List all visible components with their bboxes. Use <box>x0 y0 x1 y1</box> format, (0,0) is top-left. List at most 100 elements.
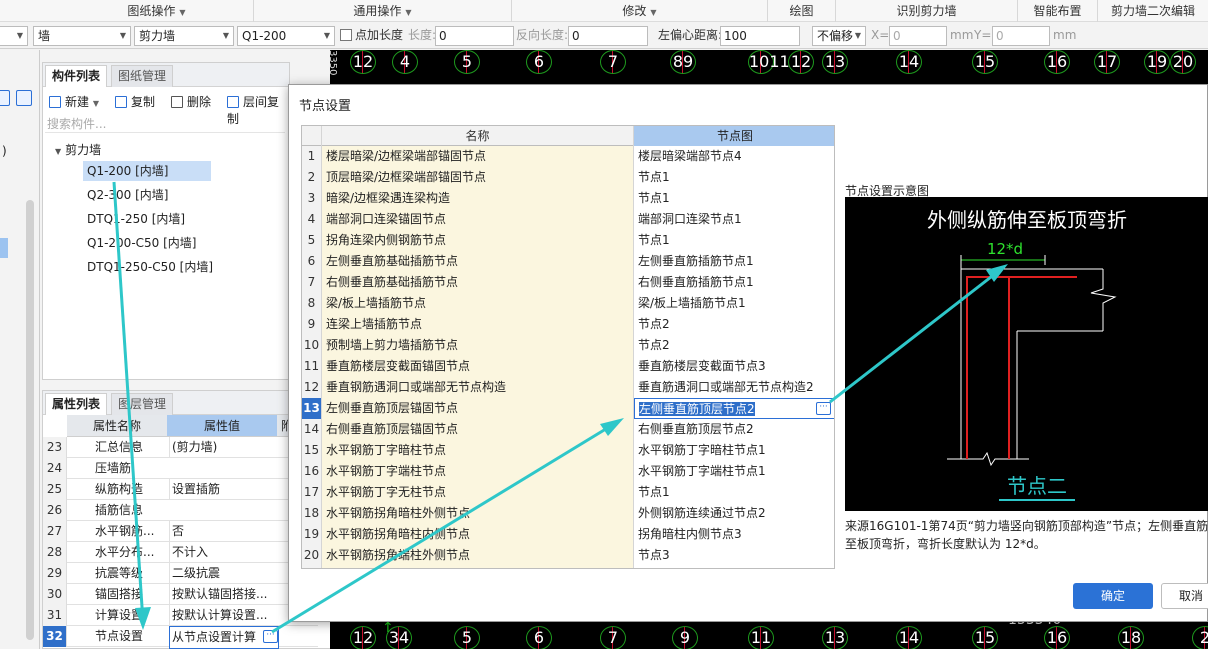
node-value[interactable]: 端部洞口连梁节点1 <box>638 212 742 226</box>
table-row[interactable]: 1 楼层暗梁/边框梁端部锚固节点 楼层暗梁端部节点4 <box>302 146 834 167</box>
table-row[interactable]: 17 水平钢筋丁字无柱节点 节点1 <box>302 482 834 503</box>
property-row[interactable]: 26 插筋信息 <box>43 500 318 521</box>
property-row[interactable]: 28 水平分布... 不计入 <box>43 542 318 563</box>
axis-bubble[interactable]: 16 <box>1044 626 1070 649</box>
node-value-cell[interactable]: 节点1 <box>634 167 834 188</box>
property-value[interactable]: 按默认计算设置... <box>169 605 279 626</box>
ribbon-group-common-ops[interactable]: 通用操作 ▼ <box>254 0 512 22</box>
ribbon-group-drawing-ops[interactable]: 图纸操作 ▼ <box>60 0 254 22</box>
tab-layer-manage[interactable]: 图层管理 <box>111 393 174 415</box>
tree-node-shear-wall[interactable]: ▼ 剪力墙 <box>55 141 101 158</box>
axis-bubble[interactable]: 16 <box>1044 50 1070 74</box>
ribbon-group-wall-edit[interactable]: 剪力墙二次编辑 <box>1098 0 1208 22</box>
axis-bubble[interactable]: 6 <box>526 50 552 74</box>
node-value-cell[interactable]: 右侧垂直筋顶层节点2 <box>634 419 834 440</box>
nav-selected-item[interactable] <box>0 238 8 258</box>
node-value[interactable]: 水平钢筋丁字暗柱节点1 <box>638 443 766 457</box>
property-value[interactable]: 否 <box>169 521 279 542</box>
property-row[interactable]: 27 水平钢筋... 否 <box>43 521 318 542</box>
table-row[interactable]: 6 左侧垂直筋基础插筋节点 左侧垂直筋插筋节点1 <box>302 251 834 272</box>
property-row[interactable]: 31 计算设置 按默认计算设置... <box>43 605 318 626</box>
table-row[interactable]: 10 预制墙上剪力墙插筋节点 节点2 <box>302 335 834 356</box>
node-value[interactable]: 节点1 <box>638 233 670 247</box>
node-value[interactable]: 节点2 <box>638 317 670 331</box>
node-value[interactable]: 节点2 <box>638 338 670 352</box>
node-value-cell[interactable]: 端部洞口连梁节点1 <box>634 209 834 230</box>
property-value[interactable]: 二级抗震 <box>169 563 279 584</box>
node-value[interactable]: 节点3 <box>638 548 670 562</box>
node-value-cell[interactable]: 节点2 <box>634 335 834 356</box>
table-row[interactable]: 2 顶层暗梁/边框梁端部锚固节点 节点1 <box>302 167 834 188</box>
axis-bubble[interactable]: 12 <box>788 50 814 74</box>
table-row[interactable]: 8 梁/板上墙插筋节点 梁/板上墙插筋节点1 <box>302 293 834 314</box>
list-view-icon[interactable] <box>0 90 10 106</box>
axis-bubble[interactable]: 13 <box>822 626 848 649</box>
table-row[interactable]: 14 右侧垂直筋顶层锚固节点 右侧垂直筋顶层节点2 <box>302 419 834 440</box>
table-row[interactable]: 5 拐角连梁内侧钢筋节点 节点1 <box>302 230 834 251</box>
table-row[interactable]: 15 水平钢筋丁字暗柱节点 水平钢筋丁字暗柱节点1 <box>302 440 834 461</box>
property-row[interactable]: 23 汇总信息 (剪力墙) <box>43 437 318 458</box>
property-row[interactable]: 30 锚固搭接 按默认锚固搭接... <box>43 584 318 605</box>
axis-bubble[interactable]: 13 <box>822 50 848 74</box>
add-length-checkbox[interactable]: 点加长度 <box>340 26 403 46</box>
ribbon-group-draw[interactable]: 绘图 <box>768 0 836 22</box>
node-value-cell[interactable]: 水平钢筋拐角端柱内侧节点1 <box>634 566 834 568</box>
tree-item-dtq1-250[interactable]: DTQ1-250 [内墙] <box>83 209 189 229</box>
node-value[interactable]: 垂直筋楼层变截面节点3 <box>638 359 766 373</box>
node-value[interactable]: 节点1 <box>638 170 670 184</box>
delete-component-button[interactable]: 删除 <box>171 93 211 110</box>
table-row[interactable]: 19 水平钢筋拐角暗柱内侧节点 拐角暗柱内侧节点3 <box>302 524 834 545</box>
table-row[interactable]: 18 水平钢筋拐角暗柱外侧节点 外侧钢筋连续通过节点2 <box>302 503 834 524</box>
node-value[interactable]: 楼层暗梁端部节点4 <box>638 149 742 163</box>
property-row[interactable]: 25 纵筋构造 设置插筋 <box>43 479 318 500</box>
tab-property-list[interactable]: 属性列表 <box>45 393 108 415</box>
table-row[interactable]: 3 暗梁/边框梁遇连梁构造 节点1 <box>302 188 834 209</box>
node-value-cell[interactable]: 垂直筋遇洞口或端部无节点构造2 <box>634 377 834 398</box>
axis-bubble[interactable]: 89 <box>670 50 696 74</box>
tab-drawing-manage[interactable]: 图纸管理 <box>111 65 174 87</box>
copy-component-button[interactable]: 复制 <box>115 93 155 110</box>
node-value[interactable]: 梁/板上墙插筋节点1 <box>638 296 746 310</box>
property-row[interactable]: 32 节点设置 从节点设置计算 ··· <box>43 626 318 649</box>
y-input[interactable]: 0 <box>992 26 1050 46</box>
node-value[interactable]: 节点1 <box>638 191 670 205</box>
axis-bubble[interactable]: 15 <box>972 626 998 649</box>
tree-item-q1-200[interactable]: Q1-200 [内墙] <box>83 161 211 181</box>
axis-bubble[interactable]: 12 <box>350 626 376 649</box>
axis-bubble[interactable]: 20 <box>1170 50 1196 74</box>
table-row[interactable]: 16 水平钢筋丁字端柱节点 水平钢筋丁字端柱节点1 <box>302 461 834 482</box>
axis-bubble[interactable]: 4 <box>392 50 418 74</box>
node-value[interactable]: 左侧垂直筋顶层节点2 <box>639 402 755 416</box>
x-input[interactable]: 0 <box>889 26 947 46</box>
axis-bubble[interactable]: 6 <box>526 626 552 649</box>
node-value-cell[interactable]: 拐角暗柱内侧节点3 <box>634 524 834 545</box>
property-value[interactable]: 按默认锚固搭接... <box>169 584 279 605</box>
node-value[interactable]: 拐角暗柱内侧节点3 <box>638 527 742 541</box>
node-value-cell[interactable]: 左侧垂直筋插筋节点1 <box>634 251 834 272</box>
axis-bubble[interactable]: 1011 <box>748 50 790 74</box>
axis-bubble[interactable]: 7 <box>600 50 626 74</box>
component-search-input[interactable]: 搜索构件... <box>45 115 285 133</box>
node-value-cell[interactable]: 外侧钢筋连续通过节点2 <box>634 503 834 524</box>
table-row[interactable]: 9 连梁上墙插筋节点 节点2 <box>302 314 834 335</box>
node-value[interactable]: 水平钢筋丁字端柱节点1 <box>638 464 766 478</box>
axis-bubble[interactable]: 17 <box>1094 50 1120 74</box>
property-row[interactable]: 24 压墙筋 <box>43 458 318 479</box>
axis-bubble[interactable]: 11 <box>748 626 774 649</box>
axis-bubble[interactable]: 2 <box>1192 626 1208 649</box>
table-row[interactable]: 20 水平钢筋拐角端柱外侧节点 节点3 <box>302 545 834 566</box>
tree-item-q2-300[interactable]: Q2-300 [内墙] <box>83 185 173 205</box>
axis-bubble[interactable]: 5 <box>454 626 480 649</box>
axis-bubble[interactable]: 14 <box>896 50 922 74</box>
node-value-cell[interactable]: 节点1 <box>634 230 834 251</box>
node-value-cell[interactable]: 梁/板上墙插筋节点1 <box>634 293 834 314</box>
node-value-cell[interactable]: 右侧垂直筋插筋节点1 <box>634 272 834 293</box>
nav-scrollbar[interactable] <box>26 200 34 640</box>
node-value-cell[interactable]: 节点3 <box>634 545 834 566</box>
element-name-select[interactable]: Q1-200 ▼ <box>237 26 335 46</box>
length-input[interactable]: 0 <box>435 26 514 46</box>
node-value-cell[interactable]: 节点2 <box>634 314 834 335</box>
node-value[interactable]: 右侧垂直筋顶层节点2 <box>638 422 754 436</box>
ribbon-group-recognize-wall[interactable]: 识别剪力墙 <box>836 0 1018 22</box>
ellipsis-icon[interactable]: ··· <box>263 630 278 643</box>
